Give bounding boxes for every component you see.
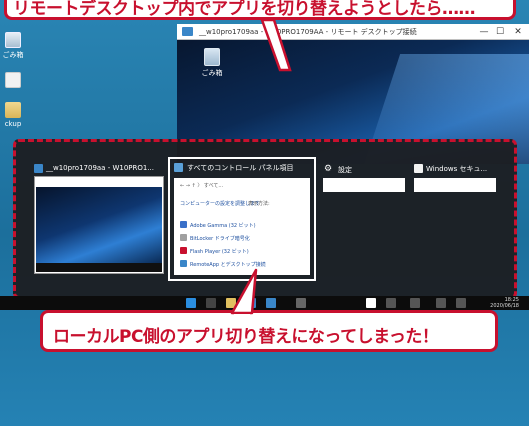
- control-panel-taskbar-icon[interactable]: [366, 298, 376, 308]
- file-glyph: [5, 72, 21, 88]
- bottom-callout: ローカルPC側のアプリ切り替えになってしまった！: [40, 310, 498, 352]
- network-icon[interactable]: [436, 298, 446, 308]
- mail-icon[interactable]: [246, 298, 256, 308]
- remote-desktop-taskbar-icon[interactable]: [266, 298, 276, 308]
- rdp-preview-taskbar: [36, 263, 162, 272]
- start-button[interactable]: [186, 298, 196, 308]
- taskbar-clock[interactable]: 18:25 2020/06/18: [490, 297, 519, 309]
- folder-icon[interactable]: [226, 298, 236, 308]
- backup-icon[interactable]: ckup: [0, 102, 26, 128]
- recycle-bin-icon[interactable]: ごみ箱: [0, 32, 26, 60]
- cp-view-by: 表示方法:: [248, 201, 270, 207]
- recycle-bin-glyph: [5, 32, 21, 48]
- desktop-icon-label: ckup: [4, 120, 22, 128]
- local-taskbar: 18:25 2020/06/18: [0, 296, 529, 310]
- cp-entry: BitLocker ドライブ暗号化: [190, 236, 250, 242]
- cp-breadcrumb: ← → ↑ 〉 すべて...: [180, 183, 224, 189]
- people-icon[interactable]: [386, 298, 396, 308]
- switcher-item-settings[interactable]: [323, 178, 405, 192]
- control-panel-icon: [174, 163, 183, 172]
- bottom-callout-text: ローカルPC側のアプリ切り替えになってしまった！: [53, 327, 439, 347]
- cp-entry: RemoteApp とデスクトップ接続: [190, 262, 266, 268]
- top-callout: リモートデスクトップ内でアプリを切り替えようとしたら……: [4, 0, 516, 20]
- switcher-item-title: 設定: [338, 166, 352, 174]
- gear-icon: ⚙: [324, 164, 333, 174]
- switcher-item-title: __w10pro1709aa - W10PRO1...: [46, 164, 155, 172]
- close-button[interactable]: ✕: [511, 26, 525, 38]
- shield-icon: [414, 164, 423, 173]
- remote-desktop-app-icon: [182, 27, 193, 36]
- file-icon[interactable]: [0, 72, 26, 90]
- rdp-preview-screen: [36, 187, 162, 263]
- flash-player-icon: [180, 247, 187, 254]
- cp-entry: Flash Player (32 ビット): [190, 249, 249, 255]
- control-panel-preview: ← → ↑ 〉 すべて... コンピューターの設定を調整します 表示方法: Ad…: [174, 178, 310, 275]
- bitlocker-icon: [180, 234, 187, 241]
- remote-recycle-bin-icon[interactable]: ごみ箱: [197, 48, 227, 78]
- remote-window-titlebar[interactable]: __w10pro1709aa - W10PRO1709AA - リモート デスク…: [177, 24, 529, 40]
- switcher-item-windows-security[interactable]: [414, 178, 496, 192]
- cp-entry: Adobe Gamma (32 ビット): [190, 223, 256, 229]
- search-icon[interactable]: [206, 298, 216, 308]
- switcher-item-control-panel[interactable]: すべてのコントロール パネル項目 ← → ↑ 〉 すべて... コンピューターの…: [168, 157, 316, 281]
- chevron-up-icon[interactable]: [410, 298, 420, 308]
- switcher-item-title: すべてのコントロール パネル項目: [187, 164, 294, 172]
- recycle-bin-glyph: [204, 48, 220, 66]
- switcher-item-rdp[interactable]: [34, 176, 164, 274]
- adobe-gamma-icon: [180, 221, 187, 228]
- minimize-button[interactable]: —: [477, 26, 491, 38]
- clock-date: 2020/06/18: [490, 303, 519, 309]
- remoteapp-icon: [180, 260, 187, 267]
- switcher-item-title: Windows セキュ...: [426, 165, 488, 173]
- top-callout-text: リモートデスクトップ内でアプリを切り替えようとしたら……: [13, 0, 476, 19]
- backup-glyph: [5, 102, 21, 118]
- volume-icon[interactable]: [456, 298, 466, 308]
- task-switcher: __w10pro1709aa - W10PRO1... すべてのコントロール パ…: [13, 139, 517, 299]
- remote-desktop-app-icon: [34, 164, 43, 173]
- maximize-button[interactable]: ☐: [493, 26, 507, 38]
- desktop-icon-label: ごみ箱: [2, 51, 24, 59]
- remote-recycle-bin-label: ごみ箱: [201, 69, 223, 77]
- remote-window-title: __w10pro1709aa - W10PRO1709AA - リモート デスク…: [199, 28, 417, 36]
- gear-icon[interactable]: [296, 298, 306, 308]
